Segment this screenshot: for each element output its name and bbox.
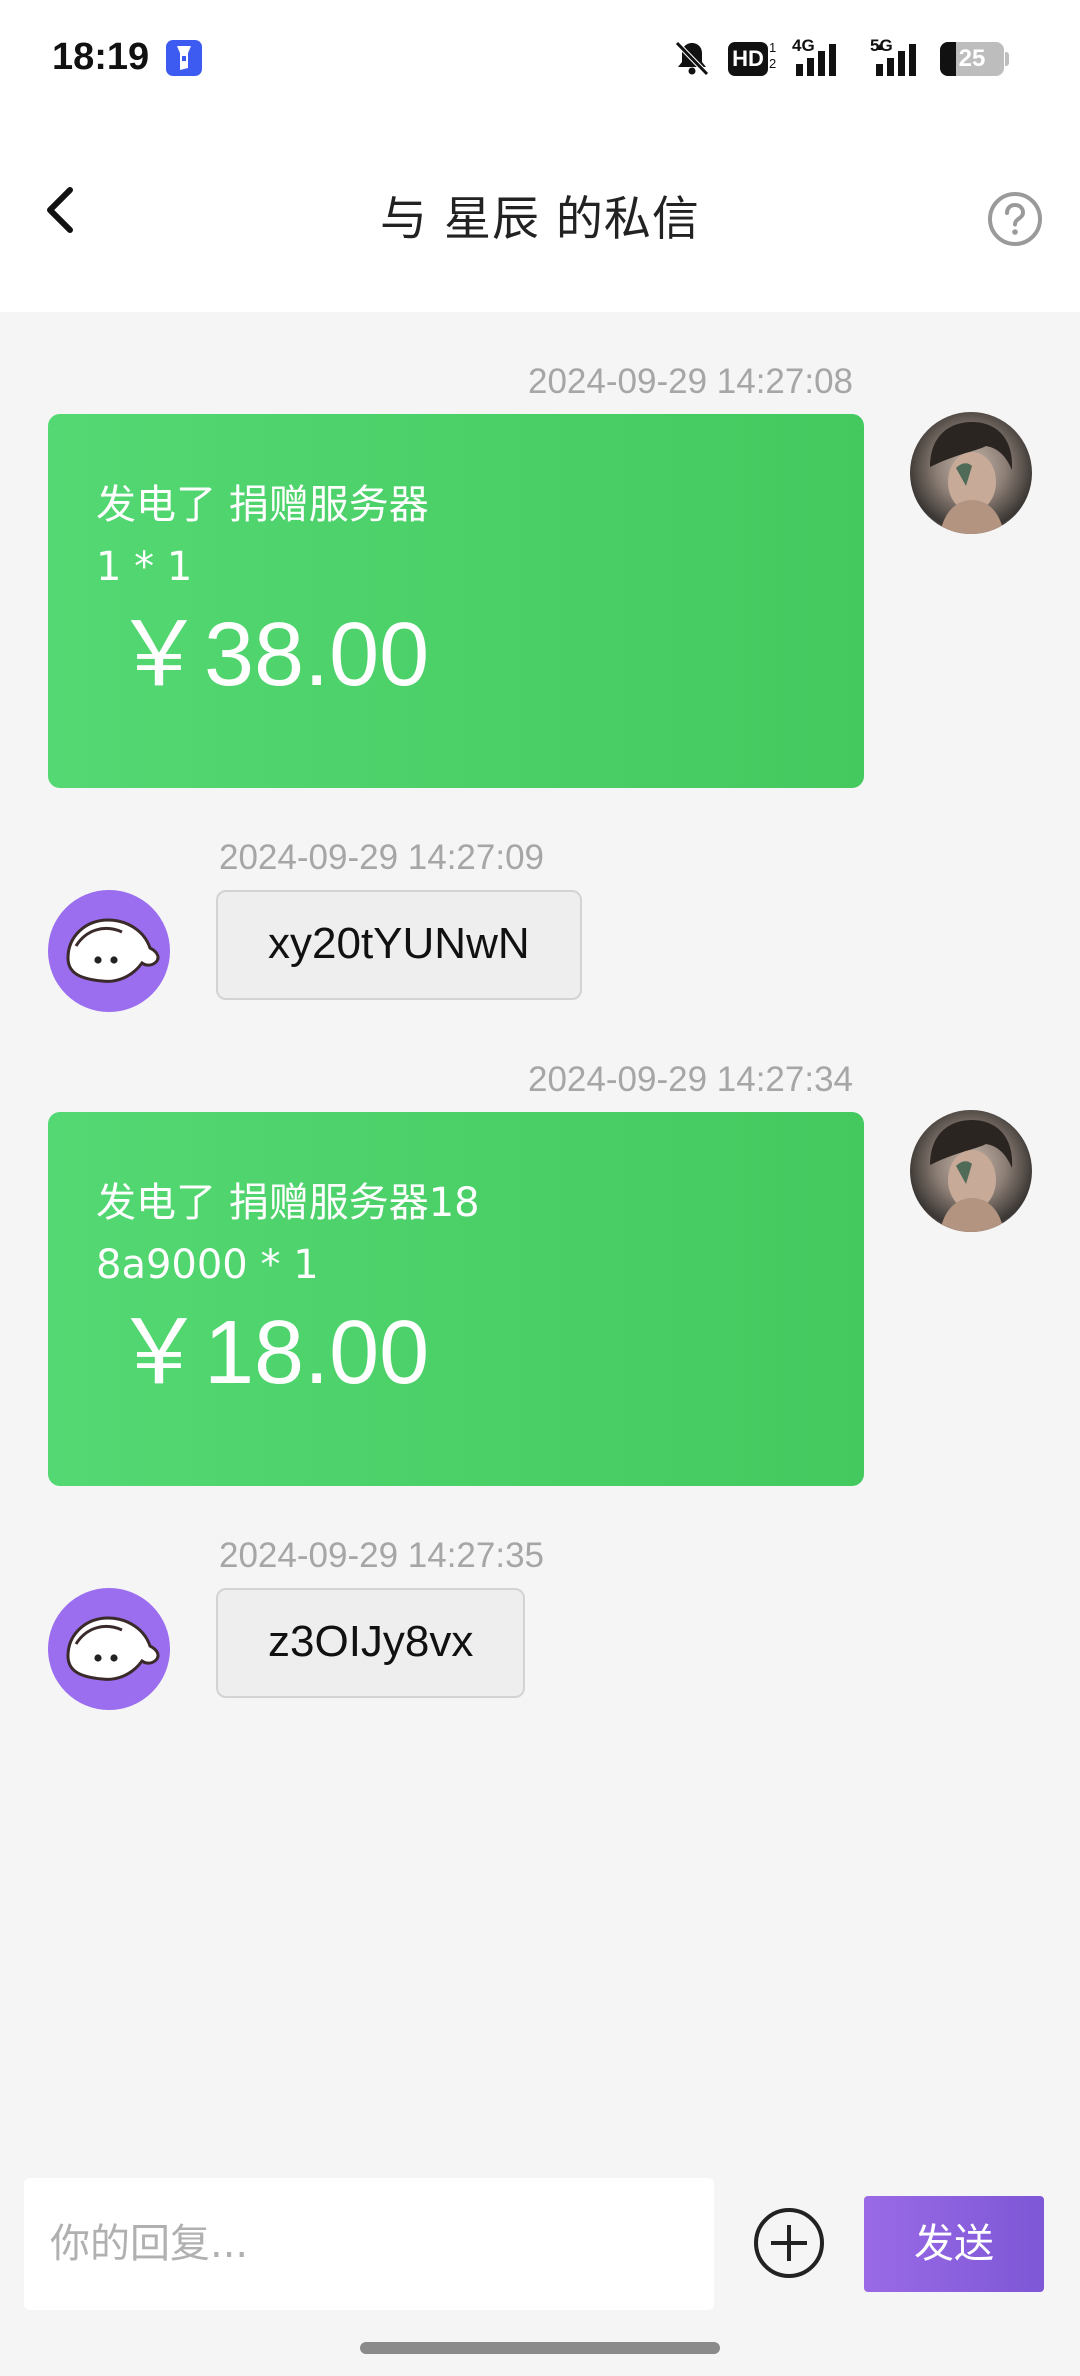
bell-off-icon xyxy=(672,38,712,82)
battery-tip xyxy=(1005,52,1009,66)
avatar[interactable] xyxy=(48,1588,170,1710)
signal-icon xyxy=(872,42,924,82)
message-bubble[interactable]: z3OIJy8vx xyxy=(216,1588,526,1698)
message-timestamp: 2024-09-29 14:27:09 xyxy=(219,838,544,877)
gift-card[interactable]: 发电了 捐赠服务器18 8a9000 * 1 ￥18.00 xyxy=(48,1112,864,1486)
reply-input[interactable] xyxy=(24,2178,714,2310)
status-bar: 18:19 HD 1 2 4G 5G 25 xyxy=(0,0,1080,120)
message-timestamp: 2024-09-29 14:27:35 xyxy=(219,1536,544,1575)
add-attachment-button[interactable] xyxy=(752,2206,826,2280)
user-photo-icon xyxy=(930,1120,1013,1232)
avatar[interactable] xyxy=(910,1110,1032,1232)
battery-level: 25 xyxy=(958,45,986,72)
help-button[interactable] xyxy=(986,190,1044,248)
gift-description: 发电了 捐赠服务器 xyxy=(96,482,429,528)
hd-icon: HD xyxy=(728,42,768,76)
gift-description: 发电了 捐赠服务器18 xyxy=(96,1180,480,1226)
gift-quantity: 8a9000 * 1 xyxy=(96,1242,319,1288)
send-button[interactable]: 发送 xyxy=(864,2196,1044,2292)
gift-amount: ￥38.00 xyxy=(114,605,430,705)
battery-icon: 25 xyxy=(940,42,1004,76)
signal-icon xyxy=(794,42,844,82)
chat-header: 与 星辰 的私信 xyxy=(0,120,1080,312)
mascot-icon xyxy=(66,1616,160,1681)
message-timestamp: 2024-09-29 14:27:08 xyxy=(528,362,853,401)
flashlight-icon xyxy=(166,40,202,76)
hd-sub-label: 1 2 xyxy=(769,40,777,71)
gift-amount: ￥18.00 xyxy=(114,1303,430,1403)
gift-card[interactable]: 发电了 捐赠服务器 1 * 1 ￥38.00 xyxy=(48,414,864,788)
home-indicator[interactable] xyxy=(360,2342,720,2354)
status-time: 18:19 xyxy=(52,36,150,78)
message-timestamp: 2024-09-29 14:27:34 xyxy=(528,1060,853,1099)
page-title: 与 星辰 的私信 xyxy=(380,192,700,247)
user-photo-icon xyxy=(930,422,1013,534)
plus-circle-icon xyxy=(754,2208,824,2278)
avatar[interactable] xyxy=(910,412,1032,534)
mascot-icon xyxy=(66,918,160,983)
message-bubble[interactable]: xy20tYUNwN xyxy=(216,890,582,1000)
avatar[interactable] xyxy=(48,890,170,1012)
gift-quantity: 1 * 1 xyxy=(96,544,193,590)
question-circle-icon xyxy=(988,192,1042,246)
